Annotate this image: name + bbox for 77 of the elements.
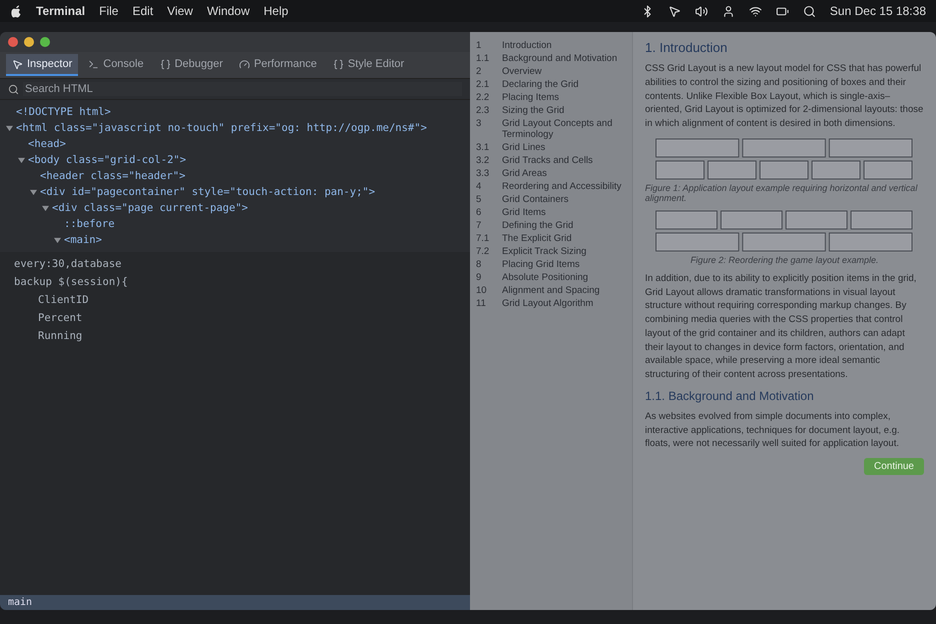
menu-item[interactable]: View bbox=[167, 4, 193, 18]
continue-button[interactable]: Continue bbox=[864, 458, 924, 476]
figure-caption: Figure 2: Reordering the game layout example. bbox=[690, 254, 879, 265]
toc-link[interactable]: 10 Alignment and Spacing bbox=[476, 285, 626, 296]
devtools-tab[interactable]: Performance bbox=[232, 54, 323, 76]
speaker-icon[interactable] bbox=[694, 4, 708, 18]
html-node-text[interactable]: <div class="page current-page"> bbox=[52, 202, 248, 214]
code-line: every:30,database bbox=[14, 258, 122, 270]
toc-link[interactable]: 7 Defining the Grid bbox=[476, 220, 626, 231]
toc-link[interactable]: 1 Introduction bbox=[476, 40, 626, 51]
html-node-text[interactable]: ::before bbox=[64, 218, 115, 230]
expanded-arrow-icon[interactable] bbox=[42, 204, 49, 212]
status-bar: main bbox=[0, 595, 470, 610]
html-node-text[interactable]: <body class="grid-col-2"> bbox=[28, 154, 186, 166]
wifi-icon[interactable] bbox=[748, 4, 762, 18]
html-node-text[interactable]: <div id="pagecontainer" style="touch-action: pan-y;"> bbox=[40, 186, 376, 198]
minimize-icon[interactable] bbox=[24, 37, 34, 47]
toc-link[interactable]: 11 Grid Layout Algorithm bbox=[476, 298, 626, 309]
close-icon[interactable] bbox=[8, 37, 18, 47]
html-node-text[interactable]: <main> bbox=[64, 234, 102, 246]
battery-icon[interactable] bbox=[776, 4, 789, 18]
code-line: Percent bbox=[37, 312, 84, 324]
toc-link[interactable]: 7.2 Explicit Track Sizing bbox=[476, 246, 626, 257]
paragraph: In addition, due to its ability to explicitly position items in the grid, Grid Layout allows dramatic transformations in visual layout structure without requiring corresponding markup changes. By combining media queries with the CSS properties that control layout of the grid container and its children, authors can adapt their layout to changes in device form factors, orientation, and available space, while preserving a more ideal semantic structuring of their content across presentations. bbox=[645, 272, 918, 382]
menu-item[interactable]: Window bbox=[206, 4, 250, 18]
code-line: Running bbox=[37, 330, 84, 342]
toc-link[interactable]: 2.3 Sizing the Grid bbox=[476, 105, 626, 116]
devtools-tab[interactable]: Inspector bbox=[6, 54, 78, 76]
html-node-text[interactable]: <head> bbox=[28, 138, 66, 150]
search-field[interactable]: Search HTML bbox=[23, 82, 462, 96]
toc-link[interactable]: 3.2 Grid Tracks and Cells bbox=[476, 155, 626, 166]
section-heading: 1. Introduction bbox=[645, 40, 728, 55]
menu-item[interactable]: File bbox=[99, 4, 118, 18]
menu-item[interactable]: Terminal bbox=[36, 4, 86, 18]
terminal-icon bbox=[88, 58, 100, 70]
toc-link[interactable]: 6 Grid Items bbox=[476, 207, 626, 218]
toc-link[interactable]: 3.3 Grid Areas bbox=[476, 168, 626, 179]
toc-link[interactable]: 4 Reordering and Accessibility bbox=[476, 181, 626, 192]
toc-link[interactable]: 3.1 Grid Lines bbox=[476, 142, 626, 153]
menu-item[interactable]: Edit bbox=[132, 4, 154, 18]
search-icon bbox=[8, 84, 19, 94]
user-icon[interactable] bbox=[722, 4, 735, 18]
toc-link[interactable]: 1.1 Background and Motivation bbox=[476, 53, 626, 64]
html-node-text[interactable]: <html class="javascript no-touch" prefix="og: http://ogp.me/ns#"> bbox=[16, 122, 427, 134]
html-node-text[interactable]: <!DOCTYPE html> bbox=[16, 106, 111, 118]
paragraph: As websites evolved from simple documents into complex, interactive applications, techniques for document layout, e.g. floats, were not necessarily well suited for application layout. bbox=[645, 410, 901, 452]
devtools-tab[interactable]: Style Editor bbox=[326, 54, 410, 76]
braces-icon bbox=[332, 58, 344, 70]
search-icon[interactable] bbox=[802, 4, 816, 18]
expanded-arrow-icon[interactable] bbox=[54, 236, 61, 244]
gauge-icon bbox=[238, 58, 250, 70]
toc-link[interactable]: 3 Grid Layout Concepts and Terminology bbox=[476, 118, 626, 140]
toc-link[interactable]: 2 Overview bbox=[476, 66, 626, 77]
toc-link[interactable]: 2.2 Placing Items bbox=[476, 92, 626, 103]
toc-link[interactable]: 5 Grid Containers bbox=[476, 194, 626, 205]
code-line: ClientID bbox=[37, 294, 90, 306]
expanded-arrow-icon[interactable] bbox=[30, 188, 37, 196]
toc-link[interactable]: 2.1 Declaring the Grid bbox=[476, 79, 626, 90]
braces-icon bbox=[160, 58, 171, 70]
devtools-tab[interactable]: Console bbox=[82, 54, 150, 76]
devtools-tab[interactable]: Debugger bbox=[154, 54, 229, 76]
html-node-text[interactable]: <header class="header"> bbox=[40, 170, 186, 182]
menu-item[interactable]: Help bbox=[264, 4, 288, 18]
code-line: backup $(session){ bbox=[14, 276, 129, 288]
toc-link[interactable]: 9 Absolute Positioning bbox=[476, 272, 626, 283]
expanded-arrow-icon[interactable] bbox=[18, 156, 25, 164]
pointer-icon[interactable] bbox=[668, 4, 681, 18]
expanded-arrow-icon[interactable] bbox=[6, 124, 13, 132]
toc-link[interactable]: 8 Placing Grid Items bbox=[476, 259, 626, 270]
toc-link[interactable]: 7.1 The Explicit Grid bbox=[476, 233, 626, 244]
subsection-heading: 1.1. Background and Motivation bbox=[645, 388, 815, 403]
zoom-icon[interactable] bbox=[40, 37, 50, 47]
apple-logo-icon[interactable] bbox=[10, 4, 22, 18]
pointer-icon bbox=[12, 58, 23, 70]
figure-caption: Figure 1: Application layout example requiring horizontal and vertical alignment. bbox=[645, 182, 918, 203]
paragraph: CSS Grid Layout is a new layout model for CSS that has powerful abilities to control the sizing and positioning of boxes and their contents. Unlike Flexible Box Layout, which is single-axis–oriented, Grid Layout is optimized for 2-dimensional layouts: those in which alignment of content is desired in both dimensions. bbox=[645, 62, 924, 131]
clock-text: Sun Dec 15 18:38 bbox=[830, 4, 926, 18]
